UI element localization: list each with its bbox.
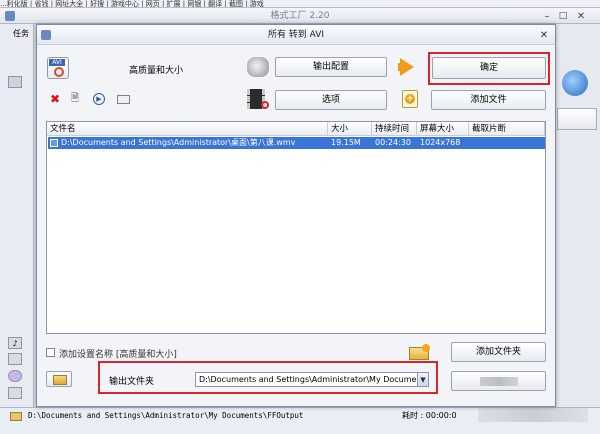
media-info-icon[interactable] [117, 95, 130, 104]
options-button[interactable]: 选项 [275, 90, 387, 110]
column-header-filename[interactable]: 文件名 [47, 122, 328, 136]
table-row[interactable]: D:\Documents and Settings\Administrator\… [48, 137, 545, 149]
column-header-clip[interactable]: 截取片断 [469, 122, 545, 136]
output-folder-value: D:\Documents and Settings\Administrator\… [199, 375, 429, 384]
play-icon[interactable]: ▶ [93, 93, 105, 105]
output-folder-label: 输出文件夹 [109, 377, 155, 387]
background-window-title: 格式工厂 2.20 [270, 11, 330, 21]
add-file-button-label: 添加文件 [470, 95, 507, 105]
cell-duration: 00:24:30 [375, 138, 411, 147]
cell-clip [472, 137, 542, 149]
blurred-status-area [478, 408, 588, 422]
status-output-path: D:\Documents and Settings\Administrator\… [28, 411, 304, 420]
add-setting-name-checkbox[interactable] [46, 348, 55, 357]
file-list-table[interactable]: 文件名 大小 持续时间 屏幕大小 截取片断 D:\Documents and S… [46, 121, 546, 334]
close-icon[interactable]: ✕ [572, 9, 590, 23]
browse-output-folder-button[interactable] [46, 371, 72, 387]
add-folder-button[interactable]: 添加文件夹 [451, 342, 546, 362]
status-elapsed-time: 耗时 : 00:00:0 [402, 411, 457, 420]
options-button-label: 选项 [321, 95, 340, 105]
arrow-right-icon-tail [398, 63, 404, 71]
output-config-button-label: 输出配置 [312, 62, 349, 72]
blurred-button[interactable] [451, 371, 546, 391]
ok-button-label: 确定 [479, 63, 498, 73]
ok-button[interactable]: 确定 [432, 57, 546, 79]
add-setting-name-label: 添加设置名称 [高质量和大小] [59, 350, 177, 360]
quality-label: 高质量和大小 [129, 66, 184, 76]
music-icon[interactable]: ♪ [8, 337, 22, 349]
dialog-title: 所有 转到 AVI [267, 30, 325, 40]
tools-icon[interactable] [8, 387, 22, 399]
cell-screen-size: 1024x768 [420, 138, 461, 147]
output-config-button[interactable]: 输出配置 [275, 57, 387, 77]
dialog-close-icon[interactable]: ✕ [537, 28, 551, 42]
output-config-icon [247, 57, 269, 77]
column-header-size[interactable]: 大小 [328, 122, 372, 136]
maximize-icon[interactable]: □ [556, 9, 570, 23]
side-icon-video[interactable] [8, 76, 22, 88]
avi-format-icon: AVI [47, 57, 69, 79]
convert-dialog: 所有 转到 AVI ✕ AVI 高质量和大小 ✖ 🗎 ▶ 输出配置 确定 选项 … [36, 24, 556, 407]
background-tab-tasks[interactable]: 任务 [13, 28, 35, 40]
chevron-down-icon[interactable]: ▼ [417, 373, 428, 386]
column-header-screen-size[interactable]: 屏幕大小 [417, 122, 469, 136]
disc-icon[interactable] [8, 370, 22, 382]
delete-icon[interactable]: ✖ [49, 92, 61, 106]
clear-list-icon[interactable]: 🗎 [69, 93, 81, 105]
cell-filename: D:\Documents and Settings\Administrator\… [61, 138, 296, 147]
background-app-icon [5, 11, 15, 21]
image-icon[interactable] [8, 353, 22, 365]
minimize-icon[interactable]: – [540, 9, 554, 23]
column-header-duration[interactable]: 持续时间 [372, 122, 417, 136]
dialog-app-icon [41, 30, 51, 40]
scissors-icon [261, 101, 269, 109]
open-folder-icon [53, 375, 67, 385]
cell-size: 19.15M [331, 138, 361, 147]
status-folder-icon [10, 412, 22, 421]
add-folder-button-label: 添加文件夹 [475, 347, 521, 357]
output-folder-select[interactable]: D:\Documents and Settings\Administrator\… [195, 372, 429, 387]
globe-icon [562, 70, 588, 96]
background-right-button[interactable] [557, 108, 597, 130]
add-file-icon: + [402, 90, 418, 108]
row-checkbox-icon[interactable] [50, 139, 58, 147]
folder-icon [409, 344, 430, 360]
add-file-button[interactable]: 添加文件 [431, 90, 546, 110]
background-menubar: ...利化版 | 省钱 | 网址大全 | 好搜 | 游戏中心 | 网页 | 扩展… [0, 0, 600, 8]
